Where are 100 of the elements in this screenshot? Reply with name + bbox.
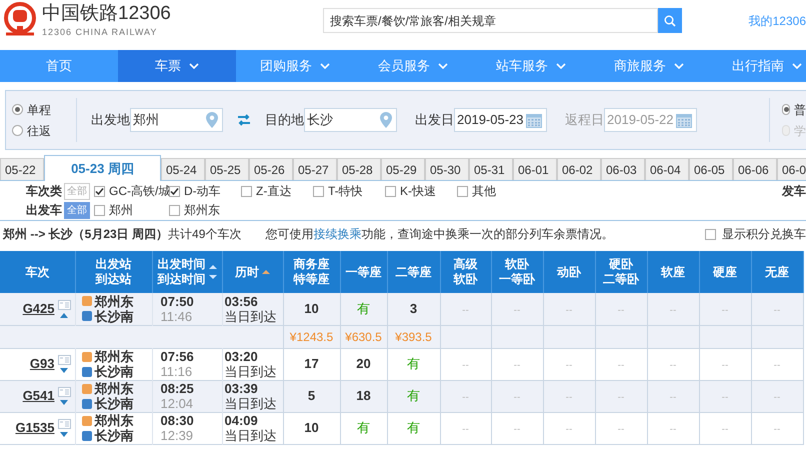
departure-time: 07:50 bbox=[160, 294, 195, 309]
checkbox[interactable] bbox=[705, 228, 716, 240]
seat-availability: -- bbox=[618, 304, 624, 316]
expand-arrow-icon[interactable] bbox=[60, 400, 68, 405]
date-tab[interactable]: 05-31 bbox=[469, 158, 513, 180]
input-field[interactable]: 长沙 bbox=[304, 108, 397, 132]
seat-availability: 10 bbox=[304, 420, 319, 436]
date-tab[interactable]: 05-26 bbox=[249, 158, 293, 180]
seat-availability: -- bbox=[670, 424, 676, 435]
seat-availability: 10 bbox=[304, 301, 319, 316]
departure-station: 郑州东 bbox=[94, 349, 134, 364]
seat-availability: -- bbox=[774, 360, 780, 371]
checkbox[interactable] bbox=[385, 186, 396, 196]
checkbox[interactable] bbox=[313, 186, 324, 196]
duration: 04:09 bbox=[224, 413, 259, 428]
seat-availability: -- bbox=[670, 360, 676, 371]
date-tab[interactable]: 06-02 bbox=[557, 158, 601, 180]
checkbox[interactable] bbox=[241, 186, 252, 196]
departure-station: 郑州东 bbox=[94, 381, 134, 396]
checkbox[interactable] bbox=[457, 186, 468, 196]
arrival-station-icon bbox=[82, 398, 92, 408]
radio-label: 普 bbox=[794, 102, 806, 118]
radio-button[interactable] bbox=[12, 125, 23, 136]
date-tab[interactable]: 06-0 bbox=[777, 158, 806, 180]
seat-availability: -- bbox=[722, 360, 728, 371]
departure-station-icon bbox=[82, 296, 92, 306]
arrival-time: 11:16 bbox=[160, 364, 194, 379]
date-tab[interactable]: 06-04 bbox=[645, 158, 689, 180]
departure-time: 07:56 bbox=[160, 349, 195, 364]
railway-logo-icon bbox=[2, 2, 38, 38]
timetable-icon[interactable] bbox=[58, 419, 70, 429]
arrival-station-icon bbox=[82, 430, 92, 440]
transfer-link[interactable]: 接续换乘 bbox=[313, 227, 362, 241]
sort-up-icon[interactable] bbox=[262, 269, 270, 275]
seat-price: ¥630.5 bbox=[345, 330, 382, 344]
checkbox-label: K-快速 bbox=[400, 183, 436, 200]
timetable-icon[interactable] bbox=[58, 355, 70, 365]
date-tab[interactable]: 05-29 bbox=[381, 158, 425, 180]
swap-icon[interactable] bbox=[237, 114, 251, 126]
radio-button[interactable] bbox=[12, 104, 23, 115]
date-tab[interactable]: 06-06 bbox=[733, 158, 777, 180]
date-tab[interactable]: 05-23 周四 bbox=[44, 155, 161, 181]
date-tab[interactable]: 06-03 bbox=[601, 158, 645, 180]
input-field[interactable]: 2019-05-23 bbox=[454, 108, 547, 132]
seat-availability: 有 bbox=[357, 420, 370, 436]
checkbox-label: 郑州东 bbox=[184, 202, 220, 219]
seat-availability: 5 bbox=[308, 388, 316, 404]
filter-label: 车次类 bbox=[26, 183, 63, 200]
timetable-icon[interactable] bbox=[58, 387, 70, 397]
duration: 03:20 bbox=[224, 349, 259, 364]
arrival-station: 长沙南 bbox=[94, 428, 134, 443]
search-button[interactable] bbox=[658, 8, 682, 33]
date-tab[interactable]: 06-05 bbox=[689, 158, 733, 180]
checkbox[interactable] bbox=[169, 186, 180, 196]
checkbox-label: D-动车 bbox=[184, 183, 221, 200]
departure-time: 08:25 bbox=[160, 381, 195, 396]
date-tab[interactable]: 05-25 bbox=[205, 158, 249, 180]
duration: 03:39 bbox=[224, 381, 259, 396]
checkbox[interactable] bbox=[94, 204, 105, 216]
expand-arrow-icon[interactable] bbox=[60, 368, 68, 373]
calendar-icon bbox=[676, 112, 692, 128]
arrival-time: 11:46 bbox=[160, 308, 194, 324]
filter-label: 发车 bbox=[782, 183, 806, 200]
seat-availability: -- bbox=[566, 304, 572, 316]
sort-down-icon[interactable] bbox=[208, 274, 216, 280]
checkbox[interactable] bbox=[94, 186, 105, 196]
train-number[interactable]: G93 bbox=[30, 354, 54, 374]
sort-up-icon[interactable] bbox=[208, 264, 216, 270]
date-tab[interactable]: 05-28 bbox=[337, 158, 381, 180]
timetable-icon[interactable] bbox=[58, 300, 70, 310]
departure-station: 郑州东 bbox=[94, 294, 134, 309]
arrival-station: 长沙南 bbox=[94, 364, 134, 379]
collapse-arrow-icon[interactable] bbox=[60, 312, 68, 318]
checkbox-label: 郑州 bbox=[109, 202, 133, 219]
train-number[interactable]: G541 bbox=[22, 386, 54, 406]
seat-availability: -- bbox=[722, 304, 728, 316]
radio-button[interactable] bbox=[782, 104, 790, 115]
date-tab[interactable]: 05-24 bbox=[161, 158, 205, 180]
date-tab[interactable]: 06-01 bbox=[513, 158, 557, 180]
date-tab[interactable]: 05-22 bbox=[0, 158, 44, 180]
checkbox[interactable] bbox=[169, 204, 180, 216]
input-field[interactable]: 郑州 bbox=[130, 108, 223, 132]
seat-availability: -- bbox=[514, 392, 520, 403]
date-tab[interactable]: 05-27 bbox=[293, 158, 337, 180]
seat-availability: -- bbox=[514, 304, 520, 316]
departure-time: 08:30 bbox=[160, 413, 195, 428]
departure-station: 郑州东 bbox=[94, 413, 134, 428]
train-count: 共计49个车次 bbox=[168, 226, 242, 243]
train-number[interactable]: G1535 bbox=[15, 418, 54, 438]
transfer-notice: 您可使用接续换乘功能，查询途中换乘一次的部分列车余票情况。 bbox=[265, 226, 614, 243]
seat-availability: -- bbox=[618, 392, 624, 403]
expand-arrow-icon[interactable] bbox=[60, 432, 68, 437]
calendar-icon bbox=[526, 112, 542, 128]
train-number[interactable]: G425 bbox=[22, 299, 54, 318]
site-title: 中国铁路12306 bbox=[42, 2, 171, 26]
arrival-day: 当日到达 bbox=[224, 364, 282, 379]
search-field[interactable]: 搜索车票/餐饮/常旅客/相关规章 bbox=[323, 8, 658, 33]
nav-item[interactable]: 车票 bbox=[118, 50, 236, 82]
seat-availability: -- bbox=[722, 392, 728, 403]
date-tab[interactable]: 05-30 bbox=[425, 158, 469, 180]
